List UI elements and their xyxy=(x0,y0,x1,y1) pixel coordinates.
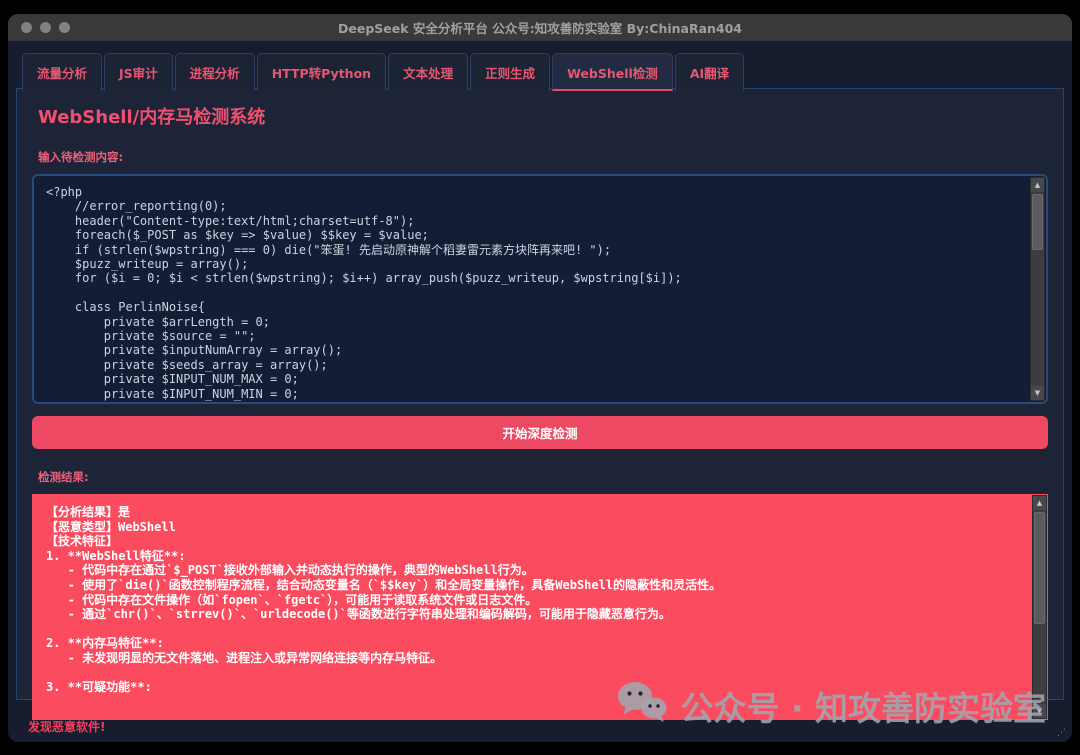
scroll-down-icon[interactable]: ▼ xyxy=(1033,704,1046,718)
code-input-area[interactable]: <?php //error_reporting(0); header("Cont… xyxy=(32,174,1048,404)
detection-result-text: 【分析结果】是 【恶意类型】WebShell 【技术特征】 1. **WebSh… xyxy=(32,494,1048,695)
detection-result-area[interactable]: 【分析结果】是 【恶意类型】WebShell 【技术特征】 1. **WebSh… xyxy=(32,494,1048,720)
app-window: DeepSeek 安全分析平台 公众号:知攻善防实验室 By:ChinaRan4… xyxy=(8,14,1072,742)
scroll-up-icon[interactable]: ▲ xyxy=(1033,496,1046,510)
code-input-text[interactable]: <?php //error_reporting(0); header("Cont… xyxy=(34,176,1046,401)
result-scrollbar[interactable]: ▲ ▼ xyxy=(1032,495,1047,719)
tab-bar: 流量分析JS审计进程分析HTTP转Python文本处理正则生成WebShell检… xyxy=(22,53,744,91)
tab-AI翻译[interactable]: AI翻译 xyxy=(675,53,744,91)
code-scrollbar[interactable]: ▲ ▼ xyxy=(1030,177,1045,401)
webshell-detection-pane: WebShell/内存马检测系统 输入待检测内容: <?php //error_… xyxy=(16,88,1064,700)
tab-HTTP转Python[interactable]: HTTP转Python xyxy=(257,53,386,91)
title-bar: DeepSeek 安全分析平台 公众号:知攻善防实验室 By:ChinaRan4… xyxy=(8,14,1072,41)
tab-正则生成[interactable]: 正则生成 xyxy=(470,53,550,91)
window-title: DeepSeek 安全分析平台 公众号:知攻善防实验室 By:ChinaRan4… xyxy=(338,18,742,37)
maximize-window-icon[interactable] xyxy=(59,22,70,33)
input-label: 输入待检测内容: xyxy=(38,149,1048,165)
result-scrollbar-thumb[interactable] xyxy=(1034,512,1045,624)
minimize-window-icon[interactable] xyxy=(40,22,51,33)
tab-文本处理[interactable]: 文本处理 xyxy=(388,53,468,91)
page-title: WebShell/内存马检测系统 xyxy=(38,103,1048,129)
tab-WebShell检测[interactable]: WebShell检测 xyxy=(552,53,673,91)
resize-grip[interactable]: ⋰ xyxy=(1057,728,1067,738)
tab-JS审计[interactable]: JS审计 xyxy=(104,53,173,91)
start-detection-button[interactable]: 开始深度检测 xyxy=(32,416,1048,449)
tab-流量分析[interactable]: 流量分析 xyxy=(22,53,102,91)
status-message: 发现恶意软件! xyxy=(28,718,105,735)
code-scrollbar-thumb[interactable] xyxy=(1032,194,1043,250)
scroll-up-icon[interactable]: ▲ xyxy=(1031,178,1044,192)
scroll-down-icon[interactable]: ▼ xyxy=(1031,386,1044,400)
close-window-icon[interactable] xyxy=(21,22,32,33)
tab-进程分析[interactable]: 进程分析 xyxy=(175,53,255,91)
result-label: 检测结果: xyxy=(38,469,1048,485)
window-controls xyxy=(21,14,70,41)
